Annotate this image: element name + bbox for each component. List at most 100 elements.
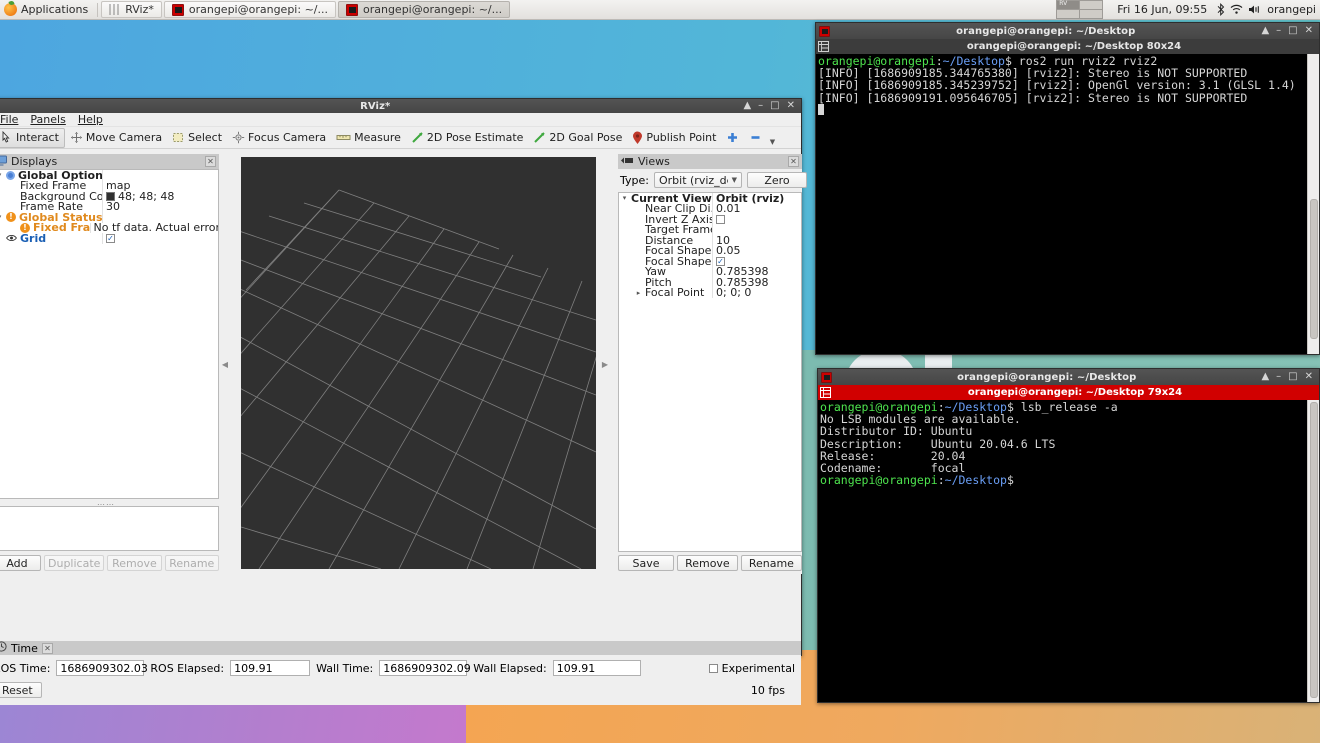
tool-interact[interactable]: Interact — [0, 127, 65, 148]
shade-icon[interactable]: ▲ — [1261, 26, 1269, 36]
tool-measure[interactable]: Measure — [331, 128, 406, 148]
property-value[interactable]: ✓ — [712, 256, 801, 267]
remove-button[interactable]: Remove — [677, 555, 738, 571]
checkbox-checked[interactable]: ✓ — [106, 233, 115, 243]
property-value[interactable]: ✓ — [102, 233, 218, 244]
minimize-icon[interactable]: – — [1276, 26, 1281, 36]
zero-button[interactable]: Zero — [746, 172, 807, 188]
close-icon[interactable]: ✕ — [205, 156, 216, 167]
expander-icon[interactable]: ▾ — [0, 213, 3, 221]
terminal-bottom-output[interactable]: orangepi@orangepi:~/Desktop$ lsb_release… — [818, 400, 1319, 702]
displays-splitter[interactable]: …… — [0, 498, 219, 507]
terminal-top-titlebar[interactable]: orangepi@orangepi: ~/Desktop ▲ – □ ✕ — [816, 23, 1319, 39]
checkbox-unchecked[interactable] — [708, 663, 718, 673]
views-property-tree[interactable]: ▾Current ViewOrbit (rviz)Near Clip Di...… — [618, 192, 802, 552]
property-row[interactable]: Grid ✓ — [0, 232, 218, 245]
tool-add-tool-button[interactable] — [721, 128, 744, 148]
property-value[interactable]: 48; 48; 48 — [102, 191, 218, 202]
terminal-bottom-titlebar[interactable]: orangepi@orangepi: ~/Desktop ▲ – □ ✕ — [818, 369, 1319, 385]
scrollbar-thumb[interactable] — [1310, 199, 1318, 339]
tool-remove-tool-button[interactable] — [744, 128, 767, 148]
checkbox-unchecked[interactable] — [716, 214, 725, 224]
close-icon[interactable]: ✕ — [787, 101, 795, 111]
property-value[interactable]: 0.785398 — [712, 266, 801, 277]
experimental-checkbox-row[interactable]: Experimental — [708, 662, 801, 675]
property-value[interactable]: 0.01 — [712, 203, 801, 214]
time-field-input[interactable]: 1686909302.03 — [56, 660, 148, 676]
property-value[interactable]: Orbit (rviz) — [712, 193, 801, 204]
reset-button[interactable]: Reset — [0, 682, 42, 698]
close-icon[interactable]: ✕ — [788, 156, 799, 167]
expander-icon[interactable]: ▾ — [0, 171, 3, 179]
terminal-top-scrollbar[interactable] — [1307, 54, 1319, 354]
tool-move-camera[interactable]: Move Camera — [65, 128, 167, 148]
workspace-2[interactable] — [1080, 1, 1103, 9]
wifi-icon[interactable] — [1230, 4, 1243, 15]
left-vertical-splitter[interactable]: ◀ — [221, 154, 229, 574]
tool-2d-goal-pose[interactable]: 2D Goal Pose — [528, 128, 627, 148]
menu-help[interactable]: Help — [73, 113, 108, 127]
clock[interactable]: Fri 16 Jun, 09:55 — [1113, 3, 1211, 16]
task-button-terminal-2[interactable]: orangepi@orangepi: ~/... — [337, 1, 511, 18]
shade-icon[interactable]: ▲ — [743, 101, 751, 111]
right-vertical-splitter[interactable]: ▶ — [601, 154, 609, 574]
time-field-input[interactable]: 1686909302.09 — [379, 660, 471, 676]
applications-menu-button[interactable]: Applications — [0, 0, 94, 20]
tool-focus-camera[interactable]: Focus Camera — [227, 128, 331, 148]
property-value[interactable] — [712, 214, 801, 225]
menu-file[interactable]: File — [0, 113, 23, 127]
property-value[interactable]: 30 — [102, 201, 218, 212]
workspace-4[interactable] — [1080, 10, 1103, 18]
property-value[interactable]: map — [102, 180, 218, 191]
workspace-1[interactable] — [1057, 0, 1080, 9]
terminal-top-output[interactable]: orangepi@orangepi:~/Desktop$ ros2 run rv… — [816, 54, 1319, 354]
task-button-terminal-1[interactable]: orangepi@orangepi: ~/... — [163, 1, 336, 18]
property-value[interactable]: No tf data. Actual error: ... — [89, 222, 218, 233]
property-row[interactable]: ▸ Focal Point 0; 0; 0 — [619, 286, 801, 299]
volume-icon[interactable] — [1248, 4, 1261, 15]
workspace-switcher[interactable] — [1056, 0, 1104, 19]
maximize-icon[interactable]: □ — [770, 101, 779, 111]
view-type-dropdown[interactable]: Orbit (rviz_default_ ▼ — [653, 172, 742, 188]
rviz-titlebar[interactable]: RViz* ▲ – □ ✕ — [0, 99, 801, 113]
checkbox-checked[interactable]: ✓ — [716, 256, 725, 266]
color-swatch[interactable] — [106, 191, 115, 201]
save-button[interactable]: Save — [618, 555, 674, 571]
rename-button[interactable]: Rename — [740, 555, 802, 571]
minimize-icon[interactable]: – — [1276, 372, 1281, 382]
expander-icon[interactable]: ▸ — [635, 289, 642, 297]
username-label[interactable]: orangepi — [1267, 3, 1316, 16]
time-field-input[interactable]: 109.91 — [230, 660, 311, 676]
property-value[interactable]: 0.785398 — [712, 277, 801, 288]
task-button-rviz[interactable]: RViz* — [101, 1, 162, 18]
bluetooth-icon[interactable] — [1217, 3, 1225, 16]
property-value[interactable]: 0; 0; 0 — [712, 287, 801, 298]
terminal-top-tabbar[interactable]: orangepi@orangepi: ~/Desktop 80x24 — [816, 39, 1319, 54]
property-value[interactable] — [102, 170, 218, 181]
terminal-bottom-scrollbar[interactable] — [1307, 400, 1319, 702]
close-icon[interactable]: ✕ — [1305, 26, 1313, 36]
toolbar-overflow-icon[interactable]: ▼ — [767, 128, 777, 148]
shade-icon[interactable]: ▲ — [1261, 372, 1269, 382]
close-icon[interactable]: ✕ — [41, 642, 53, 654]
maximize-icon[interactable]: □ — [1288, 26, 1297, 36]
terminal-bottom-tabbar[interactable]: orangepi@orangepi: ~/Desktop 79x24 — [818, 385, 1319, 400]
scrollbar-thumb[interactable] — [1310, 402, 1318, 698]
time-field-input[interactable]: 109.91 — [552, 660, 641, 676]
tool-publish-point[interactable]: Publish Point — [627, 128, 721, 148]
displays-property-tree[interactable]: ▾Global OptionsFixed FramemapBackground … — [0, 169, 219, 499]
property-value[interactable]: 10 — [712, 235, 801, 246]
workspace-3[interactable] — [1057, 10, 1080, 18]
minimize-icon[interactable]: – — [758, 101, 763, 111]
property-value[interactable] — [712, 224, 801, 235]
property-value[interactable] — [102, 212, 218, 223]
expander-icon[interactable]: ▾ — [621, 194, 628, 202]
tool-2d-pose-estimate[interactable]: 2D Pose Estimate — [406, 128, 529, 148]
close-icon[interactable]: ✕ — [1305, 372, 1313, 382]
add-button[interactable]: Add — [0, 555, 41, 571]
property-value[interactable]: 0.05 — [712, 245, 801, 256]
menu-panels[interactable]: Panels — [25, 113, 70, 127]
maximize-icon[interactable]: □ — [1288, 372, 1297, 382]
tool-select[interactable]: Select — [167, 128, 227, 148]
3d-viewport[interactable] — [241, 157, 596, 569]
